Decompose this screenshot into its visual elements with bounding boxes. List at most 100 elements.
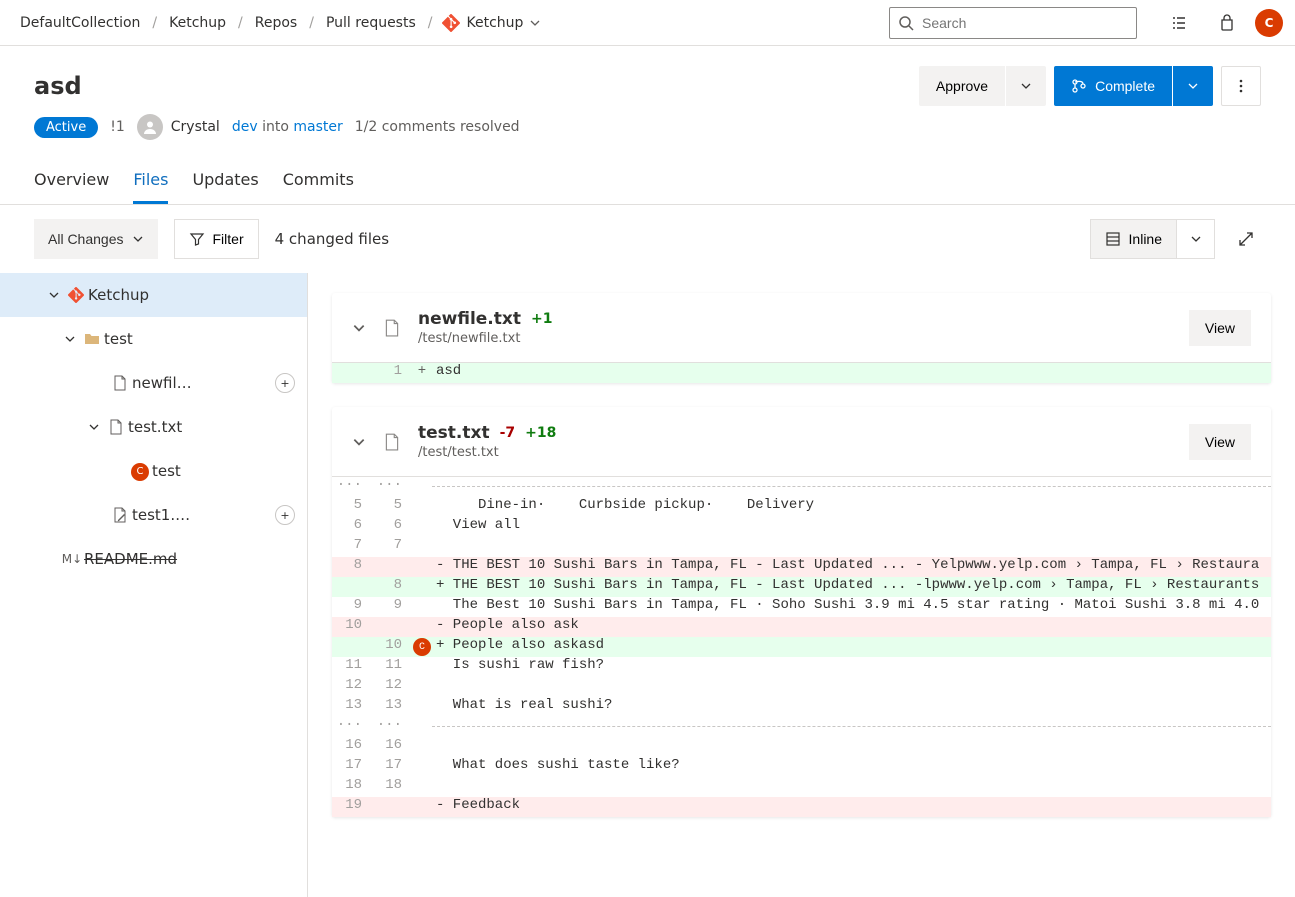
- comments-resolved[interactable]: 1/2 comments resolved: [355, 119, 520, 135]
- file-card-newfile: newfile.txt +1 /test/newfile.txt View 1 …: [332, 293, 1271, 383]
- status-badge: Active: [34, 117, 98, 138]
- filter-button[interactable]: Filter: [174, 219, 259, 259]
- breadcrumb-repo-picker[interactable]: Ketchup: [436, 10, 547, 36]
- diff-line[interactable]: 1111 Is sushi raw fish?: [332, 657, 1271, 677]
- breadcrumb-collection[interactable]: DefaultCollection: [12, 11, 148, 35]
- diff-line[interactable]: 1616: [332, 737, 1271, 757]
- search-box[interactable]: [889, 7, 1137, 39]
- breadcrumb-repos[interactable]: Repos: [247, 11, 305, 35]
- search-input[interactable]: [922, 15, 1128, 31]
- user-avatar[interactable]: C: [1255, 9, 1283, 37]
- view-file-button[interactable]: View: [1189, 310, 1251, 346]
- more-actions-button[interactable]: [1221, 66, 1261, 106]
- approve-button[interactable]: Approve: [919, 66, 1005, 106]
- markdown-icon: M↓: [60, 552, 84, 566]
- tab-updates[interactable]: Updates: [192, 164, 258, 204]
- comment-avatar-icon: C: [128, 462, 152, 481]
- diff-skip[interactable]: ······: [332, 477, 1271, 497]
- avatar-icon: [137, 114, 163, 140]
- file-icon: [380, 433, 404, 451]
- lines-added: +1: [531, 311, 552, 327]
- tree-file-newfile[interactable]: newfil… +: [0, 361, 307, 405]
- inline-view-button[interactable]: Inline: [1091, 220, 1176, 258]
- chevron-down-icon: [1187, 80, 1199, 92]
- approve-split-button: Approve: [919, 66, 1046, 106]
- chevron-down-icon: [529, 17, 541, 29]
- list-icon: [1170, 14, 1188, 32]
- lines-added: +18: [525, 425, 556, 441]
- approve-dropdown[interactable]: [1006, 66, 1046, 106]
- tree-readme-label: README.md: [84, 550, 295, 568]
- tab-commits[interactable]: Commits: [283, 164, 354, 204]
- complete-dropdown[interactable]: [1173, 66, 1213, 106]
- source-branch[interactable]: dev: [232, 119, 258, 135]
- comment-marker[interactable]: C: [412, 637, 432, 657]
- breadcrumb-sep: /: [428, 15, 433, 31]
- tab-overview[interactable]: Overview: [34, 164, 109, 204]
- file-path: /test/newfile.txt: [418, 331, 1175, 346]
- tree-folder-test[interactable]: test: [0, 317, 307, 361]
- breadcrumb-project[interactable]: Ketchup: [161, 11, 234, 35]
- tree-file-test1[interactable]: test1.… +: [0, 493, 307, 537]
- git-icon: [442, 14, 460, 32]
- tree-file-testtxt[interactable]: test.txt: [0, 405, 307, 449]
- diff-body: ······ 55 Dine-in· Curbside pickup· Deli…: [332, 476, 1271, 817]
- tree-comment-label: test: [152, 462, 295, 480]
- collapse-toggle[interactable]: [352, 435, 366, 449]
- search-icon: [898, 15, 914, 31]
- diff-line[interactable]: 1212: [332, 677, 1271, 697]
- diff-line[interactable]: 1717 What does sushi taste like?: [332, 757, 1271, 777]
- tree-comment-item[interactable]: C test: [0, 449, 307, 493]
- lines-deleted: -7: [500, 425, 516, 441]
- view-file-button[interactable]: View: [1189, 424, 1251, 460]
- tree-root[interactable]: Ketchup: [0, 273, 307, 317]
- diff-line[interactable]: 66 View all: [332, 517, 1271, 537]
- topbar: DefaultCollection / Ketchup / Repos / Pu…: [0, 0, 1295, 46]
- chevron-down-icon: [132, 233, 144, 245]
- tree-root-label: Ketchup: [88, 286, 295, 304]
- tree-file-readme[interactable]: M↓ README.md: [0, 537, 307, 581]
- complete-button[interactable]: Complete: [1054, 66, 1172, 106]
- tree-file-label: newfil…: [132, 374, 269, 392]
- filter-label: Filter: [213, 231, 244, 247]
- chevron-down-icon: [352, 435, 366, 449]
- chevron-down-icon: [1020, 80, 1032, 92]
- complete-split-button: Complete: [1054, 66, 1213, 106]
- bag-icon: [1218, 14, 1236, 32]
- pr-meta: Active !1 Crystal dev into master 1/2 co…: [34, 114, 1261, 146]
- more-vertical-icon: [1233, 78, 1249, 94]
- tree-file-label: test1.…: [132, 506, 269, 524]
- diff-line[interactable]: 1 + asd: [332, 363, 1271, 383]
- diff-line-del[interactable]: 19- Feedback: [332, 797, 1271, 817]
- file-name: newfile.txt: [418, 309, 521, 329]
- diff-line-add[interactable]: 10C+ People also askasd: [332, 637, 1271, 657]
- file-icon: [380, 319, 404, 337]
- tree-folder-label: test: [104, 330, 295, 348]
- chevron-down-icon: [44, 289, 64, 301]
- breadcrumbs: DefaultCollection / Ketchup / Repos / Pu…: [12, 10, 547, 36]
- branch-info: dev into master: [232, 119, 343, 135]
- diff-line-add[interactable]: 8+ THE BEST 10 Sushi Bars in Tampa, FL -…: [332, 577, 1271, 597]
- body-split: Ketchup test newfil… + test.txt C test t…: [0, 273, 1295, 897]
- diff-line[interactable]: 77: [332, 537, 1271, 557]
- diff-line[interactable]: 55 Dine-in· Curbside pickup· Delivery: [332, 497, 1271, 517]
- breadcrumb-pullrequests[interactable]: Pull requests: [318, 11, 424, 35]
- diff-line-del[interactable]: 8- THE BEST 10 Sushi Bars in Tampa, FL -…: [332, 557, 1271, 577]
- breadcrumb-sep: /: [309, 15, 314, 31]
- shopping-button[interactable]: [1207, 3, 1247, 43]
- work-items-button[interactable]: [1159, 3, 1199, 43]
- diff-line-del[interactable]: 10- People also ask: [332, 617, 1271, 637]
- file-edit-icon: [108, 507, 132, 523]
- fullscreen-button[interactable]: [1231, 224, 1261, 254]
- all-changes-dropdown[interactable]: All Changes: [34, 219, 158, 259]
- diff-line[interactable]: 1313 What is real sushi?: [332, 697, 1271, 717]
- pr-author[interactable]: Crystal: [137, 114, 220, 140]
- diff-line[interactable]: 1818: [332, 777, 1271, 797]
- collapse-toggle[interactable]: [352, 321, 366, 335]
- tab-files[interactable]: Files: [133, 164, 168, 204]
- diff-view-dropdown[interactable]: [1176, 220, 1214, 258]
- target-branch[interactable]: master: [293, 119, 342, 135]
- tree-add-badge: +: [275, 505, 295, 525]
- diff-skip[interactable]: ······: [332, 717, 1271, 737]
- diff-line[interactable]: 99 The Best 10 Sushi Bars in Tampa, FL ·…: [332, 597, 1271, 617]
